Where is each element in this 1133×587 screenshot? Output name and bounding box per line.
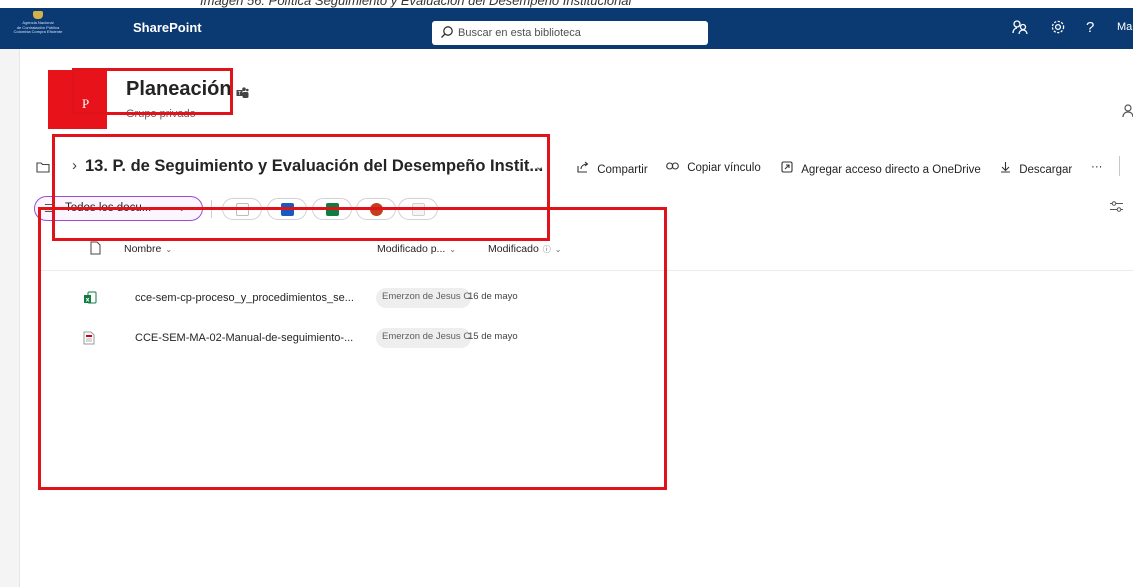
divider (1119, 156, 1120, 176)
share-button[interactable]: Compartir (577, 161, 648, 176)
page: Imagen 56. Política Seguimiento y Evalua… (0, 0, 1133, 587)
share-icon (577, 161, 592, 176)
teams-icon[interactable]: T (236, 86, 249, 104)
search-icon (440, 25, 454, 44)
search-box[interactable] (432, 21, 708, 45)
download-icon (1000, 162, 1014, 176)
help-icon[interactable]: ? (1086, 19, 1094, 36)
crest-icon (33, 11, 43, 19)
shortcut-icon (781, 161, 796, 176)
annotation-box-site-title (72, 68, 233, 115)
annotation-box-file-list (38, 207, 667, 490)
figure-caption: Imagen 56. Política Seguimiento y Evalua… (200, 0, 632, 8)
more-button[interactable]: ··· (1091, 161, 1103, 173)
copy-link-button[interactable]: Copiar vínculo (666, 161, 761, 174)
add-shortcut-button[interactable]: Agregar acceso directo a OneDrive (781, 161, 981, 176)
share-people-icon[interactable] (1012, 19, 1028, 39)
app-name-link[interactable]: SharePoint (133, 20, 202, 35)
download-button[interactable]: Descargar (1000, 161, 1072, 176)
link-icon (666, 162, 682, 174)
gear-icon[interactable] (1050, 19, 1066, 39)
left-app-rail (0, 49, 20, 587)
search-input[interactable] (458, 21, 698, 45)
org-logo[interactable]: Agencia Nacional de Contratación Pública… (6, 10, 70, 48)
folder-icon (36, 160, 50, 178)
filter-icon[interactable] (1110, 200, 1123, 215)
suite-bar: Agencia Nacional de Contratación Pública… (0, 8, 1133, 49)
user-avatar[interactable]: Ma (1117, 21, 1132, 33)
members-icon[interactable] (1122, 104, 1133, 121)
